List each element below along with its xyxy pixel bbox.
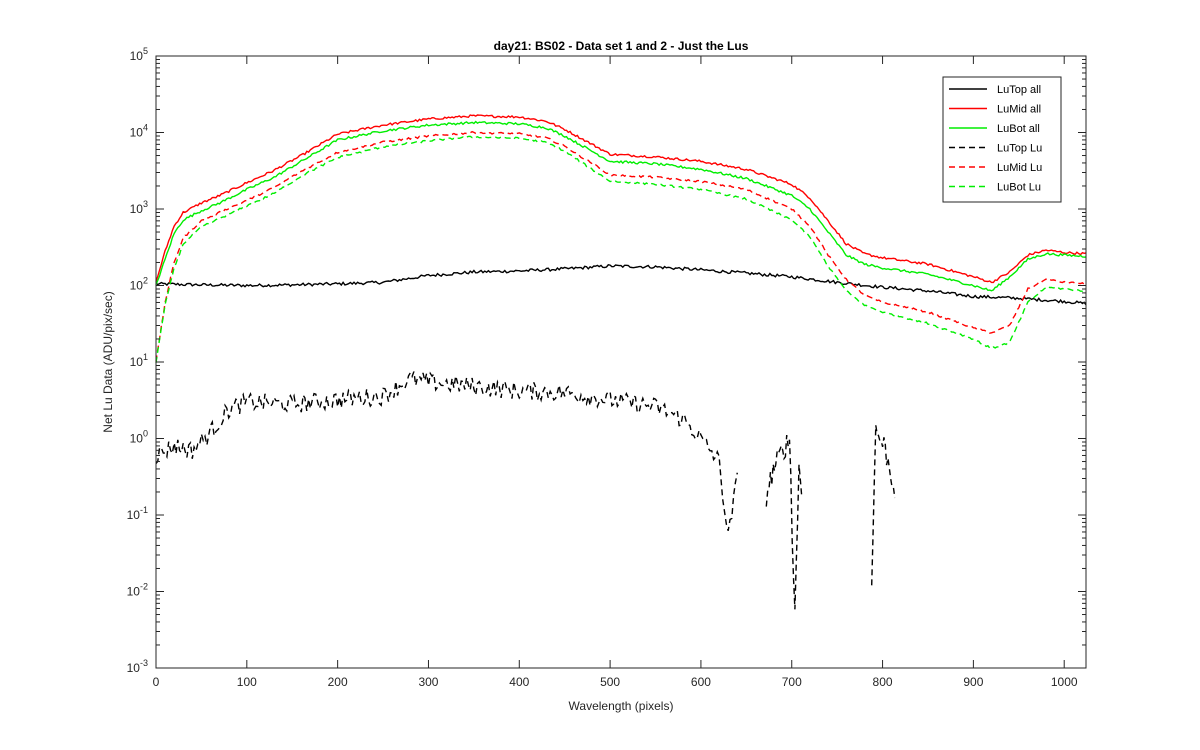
legend-entry: LuMid all xyxy=(997,104,1041,116)
x-tick-label: 700 xyxy=(782,675,802,689)
chart-title: day21: BS02 - Data set 1 and 2 - Just th… xyxy=(494,39,749,53)
x-tick-label: 1000 xyxy=(1051,675,1078,689)
x-tick-label: 900 xyxy=(963,675,983,689)
x-tick-label: 0 xyxy=(153,675,160,689)
legend: LuTop all LuMid all LuBot all LuTop Lu LuMid… xyxy=(942,76,1062,203)
legend-entry: LuTop all xyxy=(997,84,1041,96)
x-tick-label: 100 xyxy=(237,675,257,689)
y-axis-label: Net Lu Data (ADU/pix/sec) xyxy=(101,291,115,432)
x-tick-label: 400 xyxy=(509,675,529,689)
chart: 0 100 200 300 400 500 600 700 800 900 1000 10-310-… xyxy=(0,0,1200,750)
x-tick-label: 300 xyxy=(418,675,438,689)
x-axis-label: Wavelength (pixels) xyxy=(569,699,674,713)
legend-entry: LuTop Lu xyxy=(997,143,1042,155)
legend-entry: LuMid Lu xyxy=(997,162,1042,174)
x-tick-label: 500 xyxy=(600,675,620,689)
legend-entry: LuBot Lu xyxy=(997,182,1041,194)
x-tick-label: 200 xyxy=(328,675,348,689)
x-tick-label: 800 xyxy=(873,675,893,689)
legend-entry: LuBot all xyxy=(997,123,1040,135)
x-tick-label: 600 xyxy=(691,675,711,689)
